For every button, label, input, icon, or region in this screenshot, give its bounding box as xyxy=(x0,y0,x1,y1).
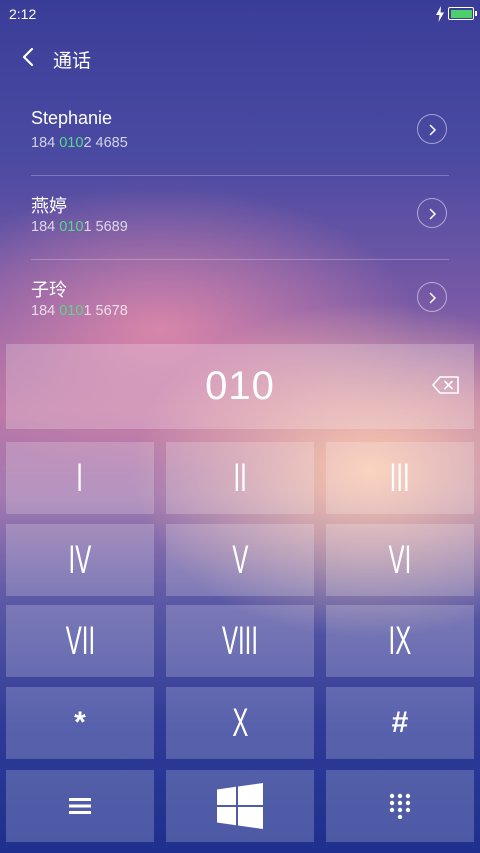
dial-input-display: 010 xyxy=(6,344,474,429)
key-label: X xyxy=(231,700,249,745)
charging-icon xyxy=(436,6,444,22)
menu-button[interactable] xyxy=(6,770,154,842)
key-label: # xyxy=(391,706,409,739)
contact-item[interactable]: 燕婷 184 0101 5689 xyxy=(0,176,480,260)
number-suffix: 2 4685 xyxy=(83,135,128,151)
contact-name: Stephanie xyxy=(31,108,113,128)
chevron-right-icon xyxy=(429,208,437,220)
header: 通话 xyxy=(0,32,480,84)
number-match-highlight: 010 xyxy=(59,303,84,319)
key-label: IV xyxy=(68,537,92,582)
number-prefix: 184 xyxy=(31,219,60,235)
chevron-right-icon xyxy=(429,292,437,304)
number-prefix: 184 xyxy=(31,135,60,151)
key-2[interactable]: II xyxy=(166,442,314,514)
contact-number: 184 0101 5678 xyxy=(31,303,128,319)
key-4[interactable]: IV xyxy=(6,524,154,596)
contact-list: Stephanie 184 0102 4685 燕婷 184 0101 5689… xyxy=(0,92,480,344)
key-label: * xyxy=(74,706,86,739)
contact-name: 子玲 xyxy=(31,280,67,300)
key-label: VIII xyxy=(221,618,259,663)
key-label: III xyxy=(389,455,411,500)
key-5[interactable]: V xyxy=(166,524,314,596)
number-match-highlight: 010 xyxy=(59,219,84,235)
number-match-highlight: 010 xyxy=(59,135,84,151)
contact-number: 184 0102 4685 xyxy=(31,135,128,151)
dialed-number: 010 xyxy=(205,364,275,408)
key-9[interactable]: IX xyxy=(326,605,474,677)
key-6[interactable]: VI xyxy=(326,524,474,596)
contact-item[interactable]: Stephanie 184 0102 4685 xyxy=(0,92,480,176)
key-label: VI xyxy=(388,537,412,582)
battery-icon xyxy=(448,7,477,20)
contact-detail-button[interactable] xyxy=(417,282,447,312)
dialpad-toggle-button[interactable] xyxy=(326,770,474,842)
windows-button[interactable] xyxy=(166,770,314,842)
key-1[interactable]: I xyxy=(6,442,154,514)
number-suffix: 1 5689 xyxy=(83,219,128,235)
key-label: V xyxy=(231,537,249,582)
backspace-icon[interactable] xyxy=(431,374,461,396)
windows-logo-icon xyxy=(217,783,263,829)
contact-detail-button[interactable] xyxy=(417,114,447,144)
page-title: 通话 xyxy=(53,51,92,72)
dialpad-icon xyxy=(389,793,411,819)
contact-number: 184 0101 5689 xyxy=(31,219,128,235)
contact-detail-button[interactable] xyxy=(417,198,447,228)
key-label: II xyxy=(233,455,247,500)
menu-icon xyxy=(69,798,91,814)
contact-item[interactable]: 子玲 184 0101 5678 xyxy=(0,260,480,344)
back-chevron-icon[interactable] xyxy=(20,46,36,68)
key-3[interactable]: III xyxy=(326,442,474,514)
key-label: VII xyxy=(65,618,95,663)
key-star[interactable]: * xyxy=(6,687,154,759)
number-suffix: 1 5678 xyxy=(83,303,128,319)
number-prefix: 184 xyxy=(31,303,60,319)
key-label: IX xyxy=(388,618,412,663)
status-bar: 2:12 xyxy=(0,0,480,28)
status-time: 2:12 xyxy=(9,6,37,22)
key-label: I xyxy=(76,455,84,500)
chevron-right-icon xyxy=(429,124,437,136)
key-8[interactable]: VIII xyxy=(166,605,314,677)
contact-name: 燕婷 xyxy=(31,196,67,216)
key-7[interactable]: VII xyxy=(6,605,154,677)
key-0[interactable]: X xyxy=(166,687,314,759)
key-hash[interactable]: # xyxy=(326,687,474,759)
